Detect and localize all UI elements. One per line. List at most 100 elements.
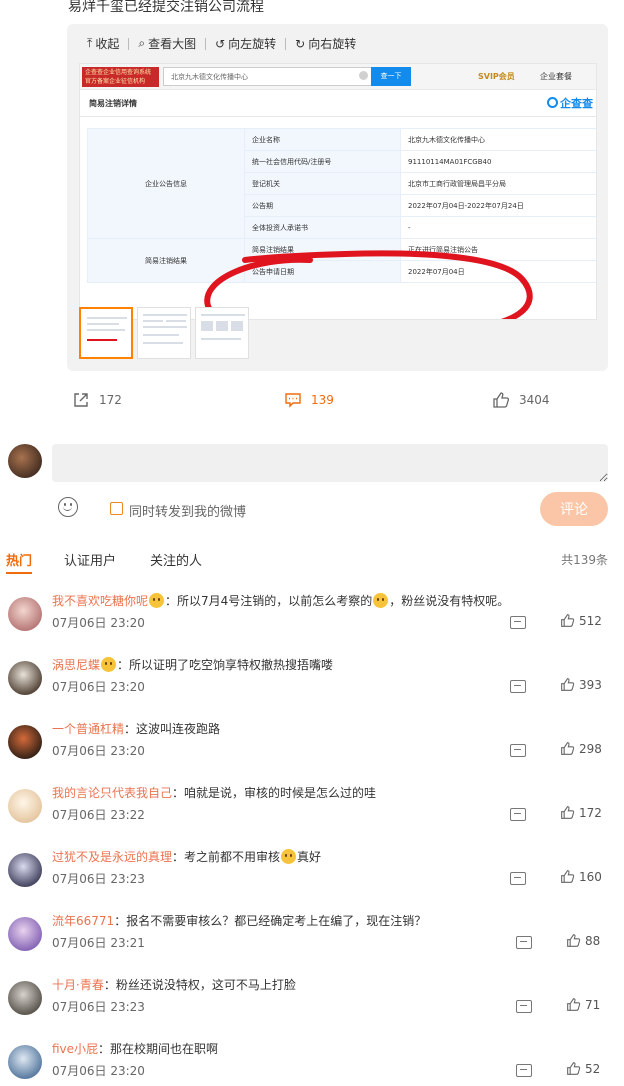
emoji-icon	[281, 849, 297, 864]
commenter-name[interactable]: five小屁	[52, 1042, 98, 1056]
toolbar-divider	[205, 37, 207, 50]
commenter-name[interactable]: 过犹不及是永远的真理	[52, 850, 172, 864]
brand-logo-icon	[547, 97, 558, 108]
forward-checkbox-label: 同时转发到我的微博	[129, 505, 247, 520]
submit-comment-button[interactable]: 评论	[540, 492, 608, 526]
view-large-button[interactable]: ⌕ 查看大图	[138, 35, 196, 52]
comment-button[interactable]: 139	[284, 391, 334, 409]
rotate-left-icon: ↺	[215, 36, 226, 51]
row-label: 公告期	[244, 194, 401, 217]
post-text: 易烊千玺已经提交注销公司流程	[68, 0, 264, 15]
reply-icon[interactable]	[510, 872, 526, 885]
media-toolbar: ⤒ 收起 ⌕ 查看大图 ↺ 向左旋转 ↻ 向右旋转	[87, 35, 356, 52]
clear-icon	[359, 71, 368, 80]
thumbnail-3[interactable]	[195, 307, 249, 359]
comment-like-count: 512	[579, 613, 602, 628]
zoom-icon: ⌕	[138, 36, 146, 50]
thumbs-up-icon	[561, 742, 575, 755]
comment-item: 一个普通杠精：这波叫连夜跑路 07月06日 23:20 298	[0, 720, 624, 784]
thumbs-up-icon	[567, 1062, 581, 1075]
commenter-avatar[interactable]	[8, 1045, 42, 1079]
tab-following[interactable]: 关注的人	[150, 550, 202, 569]
tab-hot[interactable]: 热门	[6, 550, 33, 574]
image-firm-link: 企业套餐	[540, 72, 572, 81]
commenter-avatar[interactable]	[8, 981, 42, 1015]
like-button[interactable]: 3404	[492, 391, 550, 409]
commenter-name[interactable]: 十月·青春	[52, 978, 104, 992]
commenter-avatar[interactable]	[8, 917, 42, 951]
comment-like-button[interactable]: 393	[560, 677, 602, 692]
rotate-right-button[interactable]: ↻ 向右旋转	[295, 35, 356, 52]
comment-item: 我的言论只代表我自己：咱就是说，审核的时候是怎么过的哇 07月06日 23:22 1…	[0, 784, 624, 848]
thumbs-up-icon	[567, 934, 581, 947]
commenter-avatar[interactable]	[8, 597, 42, 631]
reply-icon[interactable]	[510, 744, 526, 757]
reply-icon[interactable]	[516, 936, 532, 949]
comment-like-button[interactable]: 88	[566, 933, 600, 948]
comment-like-button[interactable]: 298	[560, 741, 602, 756]
thumbnail-2[interactable]	[137, 307, 191, 359]
thumbs-up-icon	[493, 392, 510, 408]
commenter-name[interactable]: 流年66771	[52, 914, 114, 928]
comment-item: 十月·青春：粉丝还说没特权，这可不马上打脸 07月06日 23:23 71	[0, 976, 624, 1040]
comment-item: 过犹不及是永远的真理：考之前都不用审核 真好 07月06日 23:23 160	[0, 848, 624, 912]
thumbs-up-icon	[561, 614, 575, 627]
comment-like-button[interactable]: 512	[560, 613, 602, 628]
comment-like-button[interactable]: 172	[560, 805, 602, 820]
forward-button[interactable]: 172	[72, 391, 122, 409]
commenter-name[interactable]: 我不喜欢吃糖你呢	[52, 594, 148, 608]
row-value: -	[400, 216, 596, 239]
comment-like-button[interactable]: 52	[566, 1061, 600, 1076]
comment-like-count: 298	[579, 741, 602, 756]
collapse-label: 收起	[95, 37, 120, 51]
comment-like-button[interactable]: 71	[566, 997, 600, 1012]
comment-like-button[interactable]: 160	[560, 869, 602, 884]
collapse-icon: ⤒	[87, 36, 93, 50]
emoji-icon[interactable]	[58, 497, 78, 517]
comment-text: 我不喜欢吃糖你呢 ：所以7月4号注销的，以前怎么考察的 ，粉丝说没有特权呢。	[52, 592, 509, 609]
reply-icon[interactable]	[516, 1064, 532, 1077]
commenter-name[interactable]: 我的言论只代表我自己	[52, 786, 172, 800]
comment-text: 流年66771：报名不需要审核么？都已经确定考上在编了，现在注销？	[52, 912, 426, 929]
commenter-name[interactable]: 涡思尼蝶	[52, 658, 100, 672]
rotate-left-button[interactable]: ↺ 向左旋转	[215, 35, 276, 52]
forward-checkbox[interactable]	[110, 502, 123, 515]
commenter-avatar[interactable]	[8, 853, 42, 887]
reply-icon[interactable]	[510, 680, 526, 693]
comment-text: five小屁：那在校期间也在职啊	[52, 1040, 218, 1057]
comment-sort-tabs: 热门 认证用户 关注的人 共139条	[0, 550, 624, 574]
comment-body: ：报名不需要审核么？都已经确定考上在编了，现在注销？	[114, 914, 427, 928]
comment-text: 涡思尼蝶 ：所以证明了吃空饷享特权撤热搜捂嘴喽	[52, 656, 333, 673]
commenter-avatar[interactable]	[8, 725, 42, 759]
image-brand-name: 企查查	[560, 97, 593, 110]
comment-item: five小屁：那在校期间也在职啊 07月06日 23:20 52	[0, 1040, 624, 1086]
comment-time: 07月06日 23:20	[52, 680, 145, 694]
comment-text: 过犹不及是永远的真理：考之前都不用审核 真好	[52, 848, 321, 865]
emoji-icon	[101, 657, 117, 672]
comment-icon	[285, 393, 301, 408]
reply-icon[interactable]	[510, 616, 526, 629]
comment-total: 共139条	[561, 553, 608, 567]
comment-input[interactable]	[52, 444, 608, 482]
image-thumbnails	[79, 307, 249, 359]
thumbnail-1[interactable]	[79, 307, 133, 359]
commenter-avatar[interactable]	[8, 789, 42, 823]
post-image[interactable]: 企查查企业信用查询系统 官方备案企业征信机构 北京九木德文化传播中心 查一下 S…	[79, 63, 597, 320]
rotate-right-label: 向右旋转	[308, 37, 357, 51]
reply-icon[interactable]	[516, 1000, 532, 1013]
comment-item: 我不喜欢吃糖你呢 ：所以7月4号注销的，以前怎么考察的 ，粉丝说没有特权呢。 07月0…	[0, 592, 624, 656]
commenter-avatar[interactable]	[8, 661, 42, 695]
comment-time: 07月06日 23:20	[52, 616, 145, 630]
comment-time: 07月06日 23:23	[52, 872, 145, 886]
comment-body: ：粉丝还说没特权，这可不马上打脸	[103, 978, 296, 992]
comment-body-tail: ，粉丝说没有特权呢。	[389, 594, 510, 608]
tab-verified[interactable]: 认证用户	[64, 550, 116, 569]
commenter-name[interactable]: 一个普通杠精	[52, 722, 124, 736]
collapse-button[interactable]: ⤒ 收起	[87, 35, 119, 52]
image-section-title: 简易注销详情	[89, 99, 137, 108]
thumbs-up-icon	[561, 806, 575, 819]
row-label: 统一社会信用代码/注册号	[244, 150, 401, 173]
image-search-box: 北京九木德文化传播中心	[163, 67, 373, 86]
reply-icon[interactable]	[510, 808, 526, 821]
comment-body: ：那在校期间也在职啊	[98, 1042, 219, 1056]
